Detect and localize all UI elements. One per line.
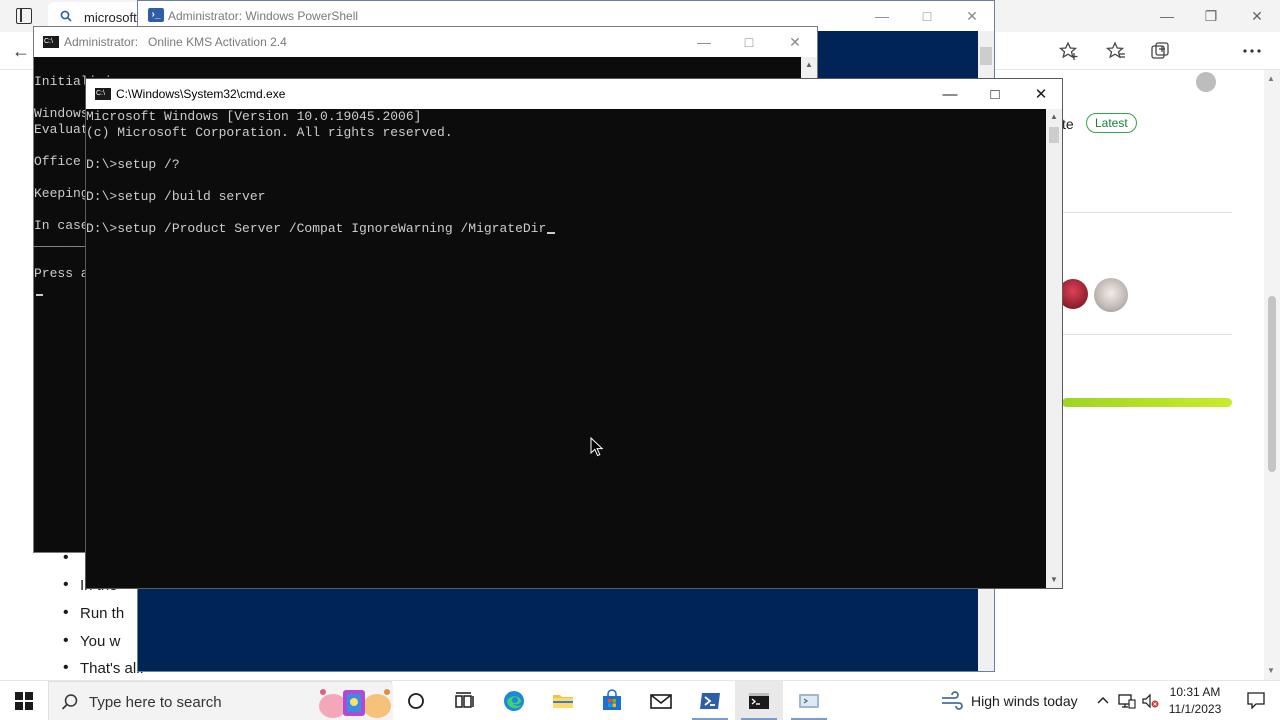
list-item: That's all. [63,659,144,677]
scroll-thumb[interactable] [980,47,992,65]
restore-button[interactable]: ❐ [1200,6,1222,26]
heading-fragment: te [1062,116,1074,132]
minimize-button[interactable]: — [1156,6,1178,26]
contributor-avatar[interactable] [1094,278,1128,312]
command-input-line[interactable]: D:\>setup /Product Server /Compat Ignore… [86,221,556,237]
console-line: D:\>setup /? [86,157,180,172]
mail-icon [650,694,672,709]
close-button[interactable]: ✕ [1246,6,1268,26]
console-line: (c) Microsoft Corporation. All rights re… [86,125,453,140]
cmd-title: C:\Windows\System32\cmd.exe [116,87,286,101]
minimize-button[interactable]: — [935,84,965,106]
console-line: Microsoft Windows [Version 10.0.19045.20… [86,109,422,124]
search-icon [61,694,78,710]
console-line: Press a [34,266,89,281]
task-view-icon [455,692,474,708]
console-line: Keeping [34,186,89,201]
console-line: Windows [34,106,89,121]
console-line: _______ [34,234,89,249]
scroll-thumb[interactable] [1049,127,1059,143]
powershell-icon: ›_ [148,8,164,22]
kms-app-icon [799,694,819,708]
console-line: D:\>setup /build server [86,189,266,204]
taskbar-mail[interactable] [637,681,685,720]
maximize-button[interactable]: □ [737,32,761,52]
close-button[interactable]: ✕ [783,32,807,52]
text-cursor [36,294,43,296]
taskbar-edge[interactable] [490,681,538,720]
scroll-up-icon[interactable]: ▲ [805,60,813,69]
mouse-pointer-icon [590,437,604,457]
collections-icon[interactable] [1149,40,1171,62]
list-item: Run th [63,604,124,622]
cortana-button[interactable] [392,681,440,720]
cmd-scrollbar[interactable]: ▲ ▼ [1046,109,1062,588]
scroll-up-icon[interactable]: ▲ [1050,112,1058,121]
taskbar-store[interactable] [588,681,636,720]
scroll-down-icon[interactable]: ▼ [1267,666,1275,675]
minimize-button[interactable]: — [692,32,716,52]
add-favorite-icon[interactable] [1058,40,1080,62]
divider [1062,212,1232,213]
scroll-thumb[interactable] [1268,296,1276,472]
text-cursor [547,232,556,234]
volume-muted-icon[interactable] [1141,692,1159,710]
console-output[interactable]: Microsoft Windows [Version 10.0.19045.20… [86,109,1046,588]
clock-date[interactable]: 11/1/2023 [1160,702,1230,716]
current-command[interactable]: D:\>setup /Product Server /Compat Ignore… [86,221,546,236]
scroll-up-icon[interactable]: ▲ [1267,74,1275,83]
maximize-button[interactable]: □ [980,84,1010,106]
search-placeholder: Type here to search [89,694,222,711]
minimize-button[interactable]: — [870,6,894,26]
wind-weather-icon[interactable] [940,691,964,711]
powershell-title: Administrator: Windows PowerShell [168,9,359,23]
cmd-titlebar[interactable]: C:\ C:\Windows\System32\cmd.exe — □ ✕ [86,79,1062,109]
edge-icon [504,691,524,711]
network-icon[interactable] [1118,692,1136,710]
divider [1062,334,1232,335]
taskbar-file-explorer[interactable] [539,681,587,720]
weather-text[interactable]: High winds today [971,693,1078,709]
cmd-window[interactable]: C:\ C:\Windows\System32\cmd.exe — □ ✕ Mi… [85,78,1063,589]
tab-actions-icon[interactable] [16,8,32,24]
command-prompt-icon [749,693,769,709]
task-view-button[interactable] [440,681,488,720]
list-item: You w [63,632,120,650]
progress-fill [1062,398,1232,407]
console-icon: C:\ [95,88,111,100]
console-line: Office [34,154,81,169]
profile-avatar[interactable] [1196,72,1216,92]
page-scrollbar[interactable]: ▲ ▼ [1264,70,1280,680]
console-line: In case [34,218,89,233]
favorites-icon[interactable] [1105,40,1127,62]
taskbar: Type here to search High winds today 10:… [0,680,1280,720]
windows-logo-icon [15,692,33,710]
taskbar-cmd[interactable] [735,681,783,720]
taskbar-kms-activation[interactable] [785,681,833,720]
maximize-button[interactable]: □ [915,6,939,26]
powershell-icon [700,693,720,709]
kms-titlebar[interactable]: C:\ Administrator: Online KMS Activation… [34,27,817,57]
taskbar-powershell[interactable] [686,681,734,720]
search-icon [60,10,72,22]
start-button[interactable] [0,681,48,720]
cortana-icon [408,693,424,709]
kms-title: Administrator: Online KMS Activation 2.4 [64,35,287,49]
search-highlight-illustration-icon [317,684,393,720]
close-button[interactable]: ✕ [960,6,984,26]
close-button[interactable]: ✕ [1026,84,1056,106]
scroll-down-icon[interactable]: ▼ [1050,575,1058,584]
console-icon: C:\ [43,36,59,48]
more-options-icon[interactable] [1241,40,1263,62]
taskbar-search-box[interactable]: Type here to search [48,681,393,720]
chevron-up-icon[interactable] [1094,692,1112,710]
progress-bar [1062,398,1232,407]
tab-title: microsoft [84,10,137,25]
notification-center-button[interactable] [1232,681,1280,720]
clock-time[interactable]: 10:31 AM [1160,685,1230,699]
latest-badge: Latest [1086,113,1137,133]
folder-icon [553,695,573,708]
store-bag-icon [603,689,621,710]
notification-icon [1247,692,1265,709]
